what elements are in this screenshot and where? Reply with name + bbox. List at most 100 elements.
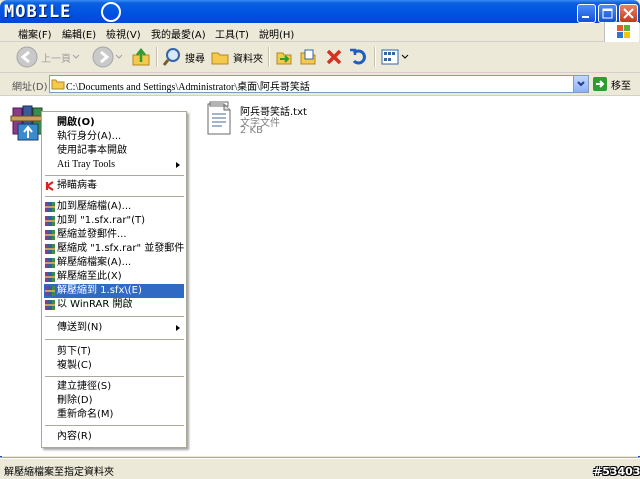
menu-item-send-to[interactable]: 傳送到(N) [44, 321, 184, 335]
menu-tools[interactable]: 工具(T) [215, 26, 249, 41]
back-button[interactable]: 上一頁 [16, 45, 81, 69]
menu-item-extract-here[interactable]: 解壓縮至此(X) [44, 270, 184, 284]
menu-favorites[interactable]: 我的最愛(A) [151, 26, 206, 41]
move-to-icon [276, 52, 292, 65]
go-arrow-icon [593, 77, 607, 91]
views-icon [381, 49, 399, 65]
logo-circle-icon [101, 2, 121, 22]
undo-icon [350, 48, 366, 65]
address-input[interactable]: C:\Documents and Settings\Administrator\… [49, 75, 589, 93]
menu-separator [45, 376, 184, 377]
menu-item-properties[interactable]: 內容(R) [44, 430, 184, 444]
menu-item-open-notepad[interactable]: 使用記事本開啟 [44, 144, 184, 158]
menu-item-label: 開啟(O) [57, 117, 95, 128]
go-label: 移至 [611, 80, 631, 92]
menu-item-open-winrar[interactable]: 以 WinRAR 開啟 [44, 298, 184, 312]
file-size: 2 KB [240, 125, 263, 136]
watermark: #53403 [593, 465, 640, 478]
menu-item-label: 壓縮並發郵件... [57, 229, 127, 240]
winrar-icon [45, 300, 55, 310]
context-menu: 開啟(O) 執行身分(A)... 使用記事本開啟 Ati Tray Tools … [41, 111, 187, 448]
search-icon [162, 48, 180, 66]
title-logo: MOBILE [4, 2, 72, 22]
menu-item-label: Ati Tray Tools [57, 159, 116, 170]
menu-item-ati-tray-tools[interactable]: Ati Tray Tools [44, 158, 184, 172]
menu-item-compress-email[interactable]: 壓縮並發郵件... [44, 228, 184, 242]
winrar-icon [45, 244, 55, 254]
search-button[interactable]: 搜尋 [162, 45, 205, 69]
folders-button[interactable]: 資料夾 [210, 45, 263, 69]
menu-item-extract-files[interactable]: 解壓縮檔案(A)... [44, 256, 184, 270]
toolbar-separator [374, 47, 376, 67]
up-folder-button[interactable] [130, 45, 152, 69]
menu-help[interactable]: 說明(H) [259, 26, 294, 41]
folder-up-icon [132, 47, 150, 66]
submenu-arrow-icon [176, 325, 180, 331]
menu-item-cut[interactable]: 剪下(T) [44, 345, 184, 359]
menu-item-scan-virus[interactable]: 掃瞄病毒 [44, 179, 184, 193]
menu-item-label: 解壓縮到 1.sfx\(E) [57, 285, 142, 296]
winrar-icon [45, 272, 55, 282]
menu-item-label: 刪除(D) [57, 395, 93, 406]
delete-icon [326, 49, 342, 65]
menu-item-extract-to-folder[interactable]: 解壓縮到 1.sfx\(E) [44, 284, 184, 298]
close-button[interactable] [619, 4, 638, 23]
toolbar-separator [156, 47, 158, 67]
menu-item-compress-rar-email[interactable]: 壓縮成 "1.sfx.rar" 並發郵件 [44, 242, 184, 256]
move-to-button[interactable] [274, 45, 294, 69]
chevron-down-icon [401, 54, 409, 59]
submenu-arrow-icon [176, 162, 180, 168]
text-file-icon[interactable] [205, 101, 233, 137]
views-button[interactable] [380, 45, 410, 69]
menu-item-copy[interactable]: 複製(C) [44, 359, 184, 373]
menu-item-label: 解壓縮至此(X) [57, 271, 122, 282]
menu-separator [45, 316, 184, 317]
menu-item-create-shortcut[interactable]: 建立捷徑(S) [44, 380, 184, 394]
menu-bar: 檔案(F) 編輯(E) 檢視(V) 我的最愛(A) 工具(T) 說明(H) [0, 23, 640, 42]
menu-item-rename[interactable]: 重新命名(M) [44, 408, 184, 422]
menu-separator [45, 196, 184, 197]
chevron-down-icon [115, 54, 123, 59]
menu-item-label: 加到 "1.sfx.rar"(T) [57, 215, 146, 226]
minimize-icon [582, 16, 589, 18]
menu-item-label: 內容(R) [57, 431, 92, 442]
menu-edit[interactable]: 編輯(E) [62, 26, 96, 41]
menu-separator [45, 175, 184, 176]
menu-item-add-to-archive[interactable]: 加到壓縮檔(A)... [44, 200, 184, 214]
forward-button[interactable] [92, 45, 124, 69]
maximize-button[interactable] [598, 4, 617, 23]
search-label: 搜尋 [185, 53, 205, 65]
close-icon [623, 8, 634, 19]
kaspersky-icon [45, 181, 54, 191]
address-dropdown-button[interactable] [573, 76, 588, 92]
menu-item-label: 重新命名(M) [57, 409, 114, 420]
folders-icon [211, 52, 229, 65]
menu-item-label: 以 WinRAR 開啟 [57, 299, 133, 310]
winrar-icon [45, 258, 55, 268]
menu-item-label: 掃瞄病毒 [57, 180, 97, 191]
folders-label: 資料夾 [233, 53, 263, 65]
menu-item-open[interactable]: 開啟(O) [44, 116, 184, 130]
winrar-icon [45, 202, 55, 212]
copy-to-button[interactable] [298, 45, 318, 69]
menu-item-delete[interactable]: 刪除(D) [44, 394, 184, 408]
menu-item-label: 解壓縮檔案(A)... [57, 257, 132, 268]
winrar-icon [45, 230, 55, 240]
menu-separator [45, 339, 184, 340]
minimize-button[interactable] [577, 4, 596, 23]
menu-item-add-to-rar[interactable]: 加到 "1.sfx.rar"(T) [44, 214, 184, 228]
undo-button[interactable] [348, 45, 368, 69]
menu-item-run-as[interactable]: 執行身分(A)... [44, 130, 184, 144]
go-button[interactable]: 移至 [592, 76, 631, 92]
menu-item-label: 使用記事本開啟 [57, 145, 127, 156]
toolbar-separator [268, 47, 270, 67]
folder-icon [51, 79, 65, 90]
menu-item-label: 壓縮成 "1.sfx.rar" 並發郵件 [57, 243, 185, 254]
menu-file[interactable]: 檔案(F) [18, 26, 52, 41]
winrar-icon [45, 216, 55, 226]
menu-item-label: 執行身分(A)... [57, 131, 122, 142]
menu-view[interactable]: 檢視(V) [106, 26, 141, 41]
menu-item-label: 傳送到(N) [57, 322, 103, 333]
delete-button[interactable] [324, 45, 344, 69]
status-bar: 解壓縮檔案至指定資料夾 [0, 458, 640, 479]
